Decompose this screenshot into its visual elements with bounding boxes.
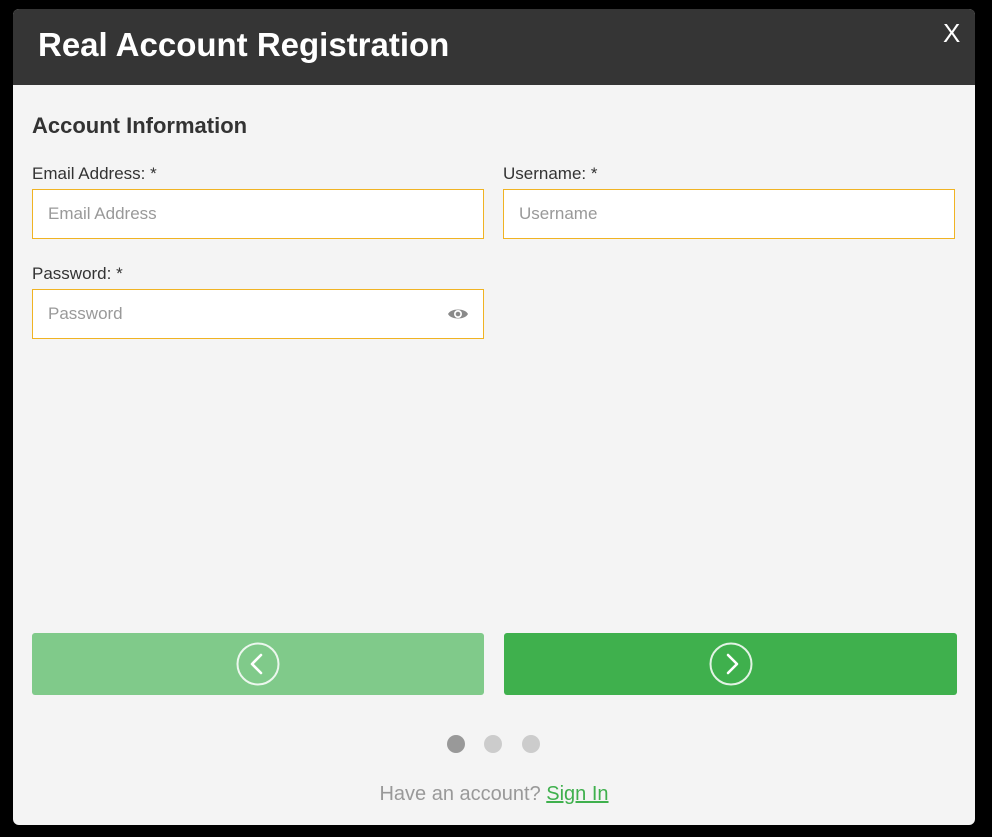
username-field-wrapper <box>503 189 955 239</box>
eye-icon[interactable] <box>447 306 469 322</box>
username-label: Username: * <box>503 164 598 183</box>
step-dot-1[interactable] <box>447 735 465 753</box>
footer: Have an account? Sign In <box>13 783 975 806</box>
next-button[interactable] <box>504 633 957 695</box>
close-button[interactable]: X <box>943 18 960 49</box>
password-field-wrapper <box>32 289 484 339</box>
chevron-left-icon <box>236 642 280 686</box>
password-field[interactable] <box>33 290 483 338</box>
step-dot-3[interactable] <box>522 735 540 753</box>
username-field[interactable] <box>504 190 954 238</box>
registration-modal: Real Account Registration X Account Info… <box>13 9 975 825</box>
section-title: Account Information <box>32 113 248 138</box>
modal-title: Real Account Registration <box>38 26 450 63</box>
footer-prompt: Have an account? <box>379 783 541 805</box>
email-field-wrapper <box>32 189 484 239</box>
password-label: Password: * <box>32 264 123 283</box>
email-field[interactable] <box>33 190 483 238</box>
sign-in-link[interactable]: Sign In <box>546 783 608 805</box>
email-label: Email Address: * <box>32 164 157 183</box>
step-dot-2[interactable] <box>484 735 502 753</box>
modal-header: Real Account Registration X <box>13 9 975 85</box>
previous-button[interactable] <box>32 633 484 695</box>
chevron-right-icon <box>709 642 752 686</box>
